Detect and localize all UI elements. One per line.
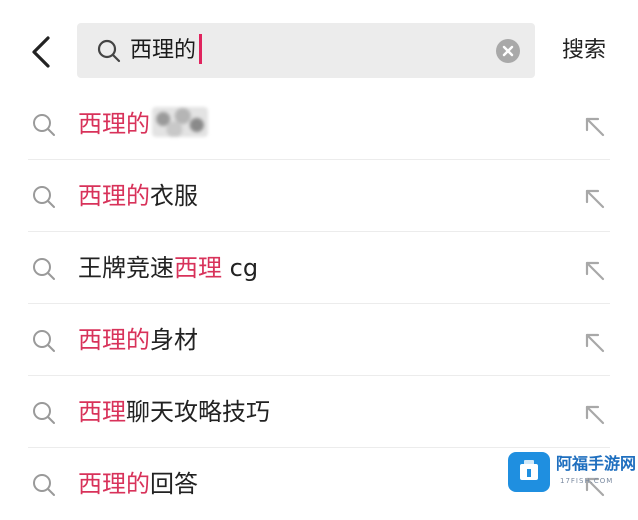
- search-icon: [33, 474, 55, 496]
- suggestion-text: 西理的身材: [78, 322, 198, 358]
- search-icon: [33, 330, 55, 352]
- arrow-up-left-icon[interactable]: [580, 328, 608, 356]
- search-icon: [33, 186, 55, 208]
- suggestion-rest: 聊天攻略技巧: [126, 398, 270, 426]
- search-icon: [33, 402, 55, 424]
- search-button[interactable]: 搜索: [562, 34, 606, 68]
- suggestion-highlight: 西理: [174, 254, 222, 282]
- suggestion-rest: 衣服: [150, 182, 198, 210]
- suggestion-highlight: 西理的: [78, 326, 150, 354]
- watermark-logo: [508, 452, 550, 492]
- arrow-up-left-icon[interactable]: [580, 400, 608, 428]
- suggestion-highlight: 西理的: [78, 110, 150, 138]
- suggestion-highlight: 西理的: [78, 470, 150, 498]
- search-input[interactable]: 西理的: [77, 23, 535, 78]
- search-icon: [33, 114, 55, 136]
- suggestion-text: 西理的回答: [78, 466, 198, 502]
- search-icon: [33, 258, 55, 280]
- back-button[interactable]: [26, 32, 60, 72]
- suggestion-rest: cg: [222, 254, 259, 282]
- clear-circle-icon: [502, 45, 514, 57]
- suggestion-highlight: 西理: [78, 398, 126, 426]
- suggestion-item[interactable]: 西理的身材: [0, 304, 638, 376]
- watermark: 阿福手游网 17FISH.COM: [508, 452, 637, 496]
- suggestion-rest: 身材: [150, 326, 198, 354]
- suggestion-text: 西理的衣服: [78, 178, 198, 214]
- watermark-title: 阿福手游网: [556, 454, 637, 473]
- suggestion-text: 王牌竞速西理 cg: [78, 250, 258, 286]
- suggestion-highlight: 西理的: [78, 182, 150, 210]
- search-query-text: 西理的: [130, 38, 197, 63]
- blurred-image: [152, 107, 208, 137]
- arrow-up-left-icon[interactable]: [580, 256, 608, 284]
- text-caret: [199, 34, 203, 64]
- suggestion-item[interactable]: 王牌竞速西理 cg: [0, 232, 638, 304]
- suggestion-rest: 回答: [150, 470, 198, 498]
- suggestion-prefix: 王牌竞速: [78, 254, 174, 282]
- chevron-left-icon: [32, 36, 50, 68]
- suggestion-item[interactable]: 西理的: [0, 88, 638, 160]
- clear-button[interactable]: [496, 39, 520, 63]
- suggestion-text: 西理的: [78, 106, 208, 142]
- suggestion-text: 西理聊天攻略技巧: [78, 394, 270, 430]
- suggestion-item[interactable]: 西理的衣服: [0, 160, 638, 232]
- watermark-subtitle: 17FISH.COM: [560, 477, 614, 485]
- top-bar: 西理的 搜索: [0, 0, 638, 100]
- arrow-up-left-icon[interactable]: [580, 112, 608, 140]
- suggestion-item[interactable]: 西理聊天攻略技巧: [0, 376, 638, 448]
- search-query: 西理的: [130, 34, 203, 68]
- search-icon: [97, 39, 121, 63]
- arrow-up-left-icon[interactable]: [580, 184, 608, 212]
